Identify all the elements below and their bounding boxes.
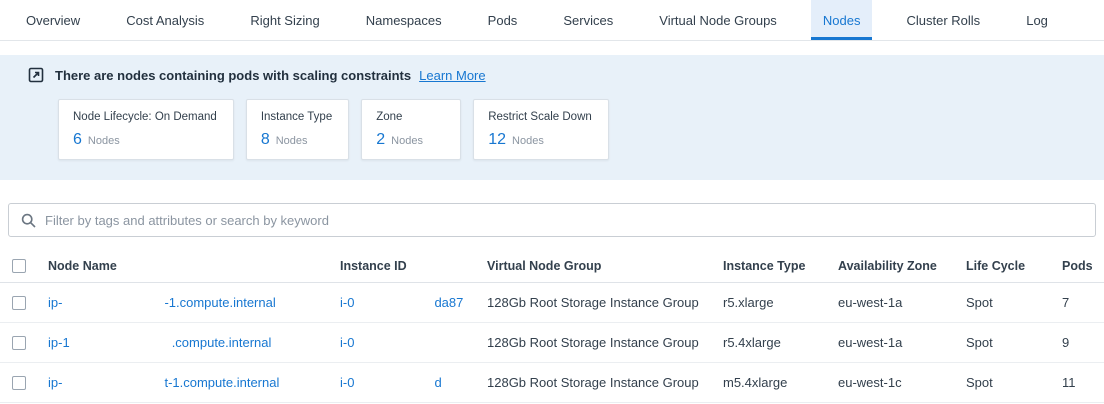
availability-zone-cell: eu-west-1c: [838, 375, 966, 390]
select-all-checkbox[interactable]: [12, 259, 26, 273]
card-count: 2: [376, 131, 385, 149]
tab-right-sizing[interactable]: Right Sizing: [238, 0, 331, 40]
nodes-table: Node Name Instance ID Virtual Node Group…: [0, 249, 1104, 403]
instance-type-cell: r5.xlarge: [723, 295, 838, 310]
constraint-card-zone[interactable]: Zone 2 Nodes: [361, 99, 461, 160]
card-count: 6: [73, 131, 82, 149]
life-cycle-cell: Spot: [966, 375, 1062, 390]
virtual-node-group-cell: 128Gb Root Storage Instance Group: [487, 335, 723, 350]
tab-services[interactable]: Services: [551, 0, 625, 40]
tab-nodes[interactable]: Nodes: [811, 0, 873, 40]
pods-cell: 9: [1062, 335, 1104, 350]
row-checkbox[interactable]: [12, 376, 26, 390]
scaling-constraints-icon: [28, 67, 44, 83]
row-checkbox[interactable]: [12, 296, 26, 310]
card-count: 12: [488, 131, 506, 149]
constraint-card-instance-type[interactable]: Instance Type 8 Nodes: [246, 99, 349, 160]
tab-cost-analysis[interactable]: Cost Analysis: [114, 0, 216, 40]
banner-message: There are nodes containing pods with sca…: [55, 68, 411, 83]
card-unit: Nodes: [276, 135, 308, 147]
table-row: ip-1.compute.internal i-0 128Gb Root Sto…: [0, 323, 1104, 363]
tab-virtual-node-groups[interactable]: Virtual Node Groups: [647, 0, 789, 40]
instance-type-cell: r5.4xlarge: [723, 335, 838, 350]
card-title: Node Lifecycle: On Demand: [73, 111, 217, 123]
header-instance-type: Instance Type: [723, 259, 838, 273]
card-title: Restrict Scale Down: [488, 111, 592, 123]
header-virtual-node-group: Virtual Node Group: [487, 259, 723, 273]
table-row: ip--1.compute.internal i-0da87 128Gb Roo…: [0, 283, 1104, 323]
life-cycle-cell: Spot: [966, 295, 1062, 310]
pods-cell: 11: [1062, 375, 1104, 390]
node-name-link[interactable]: ip-t-1.compute.internal: [48, 375, 340, 390]
header-life-cycle: Life Cycle: [966, 259, 1062, 273]
tab-overview[interactable]: Overview: [14, 0, 92, 40]
tab-bar: Overview Cost Analysis Right Sizing Name…: [0, 0, 1104, 41]
node-name-link[interactable]: ip-1.compute.internal: [48, 335, 340, 350]
header-node-name: Node Name: [48, 259, 340, 273]
instance-id-link[interactable]: i-0da87: [340, 295, 487, 310]
banner-message-row: There are nodes containing pods with sca…: [0, 67, 1104, 83]
card-count: 8: [261, 131, 270, 149]
instance-id-link[interactable]: i-0: [340, 335, 487, 350]
table-row: ip-t-1.compute.internal i-0d 128Gb Root …: [0, 363, 1104, 403]
learn-more-link[interactable]: Learn More: [419, 68, 485, 83]
tab-namespaces[interactable]: Namespaces: [354, 0, 454, 40]
header-availability-zone: Availability Zone: [838, 259, 966, 273]
virtual-node-group-cell: 128Gb Root Storage Instance Group: [487, 375, 723, 390]
constraint-card-node-lifecycle[interactable]: Node Lifecycle: On Demand 6 Nodes: [58, 99, 234, 160]
card-title: Zone: [376, 111, 444, 123]
life-cycle-cell: Spot: [966, 335, 1062, 350]
availability-zone-cell: eu-west-1a: [838, 335, 966, 350]
availability-zone-cell: eu-west-1a: [838, 295, 966, 310]
filter-search-bar[interactable]: [8, 203, 1096, 237]
virtual-node-group-cell: 128Gb Root Storage Instance Group: [487, 295, 723, 310]
header-instance-id: Instance ID: [340, 259, 487, 273]
pods-cell: 7: [1062, 295, 1104, 310]
tab-log[interactable]: Log: [1014, 0, 1060, 40]
instance-id-link[interactable]: i-0d: [340, 375, 487, 390]
constraint-card-restrict-scale-down[interactable]: Restrict Scale Down 12 Nodes: [473, 99, 609, 160]
search-icon: [21, 213, 36, 228]
header-pods: Pods: [1062, 259, 1104, 273]
row-checkbox[interactable]: [12, 336, 26, 350]
card-unit: Nodes: [88, 135, 120, 147]
instance-type-cell: m5.4xlarge: [723, 375, 838, 390]
node-name-link[interactable]: ip--1.compute.internal: [48, 295, 340, 310]
search-input[interactable]: [45, 213, 1083, 228]
card-unit: Nodes: [391, 135, 423, 147]
tab-cluster-rolls[interactable]: Cluster Rolls: [894, 0, 992, 40]
scaling-constraints-banner: There are nodes containing pods with sca…: [0, 55, 1104, 180]
card-title: Instance Type: [261, 111, 332, 123]
table-header-row: Node Name Instance ID Virtual Node Group…: [0, 249, 1104, 283]
card-unit: Nodes: [512, 135, 544, 147]
constraint-cards: Node Lifecycle: On Demand 6 Nodes Instan…: [58, 99, 1104, 160]
tab-pods[interactable]: Pods: [476, 0, 530, 40]
cluster-nodes-page: Overview Cost Analysis Right Sizing Name…: [0, 0, 1104, 403]
